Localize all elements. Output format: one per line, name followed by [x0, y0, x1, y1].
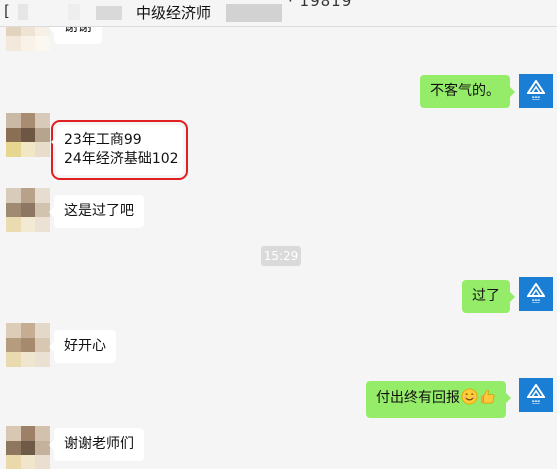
chat-member-count: · 19819 — [288, 0, 353, 10]
student-avatar[interactable] — [6, 323, 50, 367]
message-bubble-outgoing[interactable]: 不客气的。 — [420, 75, 515, 108]
redacted-block — [96, 6, 122, 20]
redacted-block — [68, 4, 80, 20]
message-line: 23年工商99 — [64, 132, 142, 148]
school-logo-mark — [527, 80, 545, 94]
message-text: 这是过了吧 — [64, 203, 134, 219]
message-bubble-incoming-highlighted[interactable]: 23年工商99 24年经济基础102 — [51, 120, 188, 180]
school-logo-mark — [527, 384, 545, 398]
redacted-block — [18, 4, 28, 20]
chat-header: [ 中级经济师 · 19819 — [0, 0, 557, 27]
chat-title[interactable]: 中级经济师 — [136, 2, 211, 23]
redacted-block — [226, 4, 282, 22]
student-avatar[interactable] — [6, 27, 50, 51]
message-text: 付出终有回报 — [376, 390, 460, 406]
message-text: 谢谢老师们 — [64, 436, 134, 452]
student-avatar[interactable] — [6, 426, 50, 469]
school-logo-icon[interactable]: ▬▬▬ ▬▬▬▬ — [519, 378, 553, 412]
message-text: 好开心 — [64, 338, 106, 354]
smile-emoji — [461, 388, 478, 411]
message-text: 谢谢 — [64, 27, 92, 35]
thumbs-up-emoji — [479, 388, 496, 411]
message-bubble-incoming[interactable]: 好开心 — [49, 330, 116, 363]
logo-url: ▬▬▬▬ — [532, 99, 540, 101]
message-text: 不客气的。 — [430, 83, 500, 99]
timestamp: 15:29 — [261, 246, 301, 266]
logo-url: ▬▬▬▬ — [532, 302, 540, 304]
student-avatar[interactable] — [6, 113, 50, 157]
header-bracket: [ — [4, 2, 10, 20]
message-line: 24年经济基础102 — [64, 151, 179, 167]
message-bubble-outgoing[interactable]: 过了 — [462, 280, 515, 313]
logo-url: ▬▬▬▬ — [532, 403, 540, 405]
message-bubble-incoming[interactable]: 谢谢 — [49, 27, 102, 44]
school-logo-icon[interactable]: ▬▬▬ ▬▬▬▬ — [519, 74, 553, 108]
school-logo-icon[interactable]: ▬▬▬ ▬▬▬▬ — [519, 277, 553, 311]
message-bubble-incoming[interactable]: 这是过了吧 — [49, 195, 144, 228]
message-bubble-incoming[interactable]: 谢谢老师们 — [49, 428, 144, 461]
student-avatar[interactable] — [6, 188, 50, 232]
school-logo-mark — [527, 283, 545, 297]
message-text: 过了 — [472, 288, 500, 304]
chat-area[interactable]: 谢谢 不客气的。 ▬▬▬ ▬▬▬▬ 23年工商99 24年经济基础102 这是过… — [0, 27, 557, 469]
message-bubble-outgoing[interactable]: 付出终有回报 — [366, 381, 511, 418]
